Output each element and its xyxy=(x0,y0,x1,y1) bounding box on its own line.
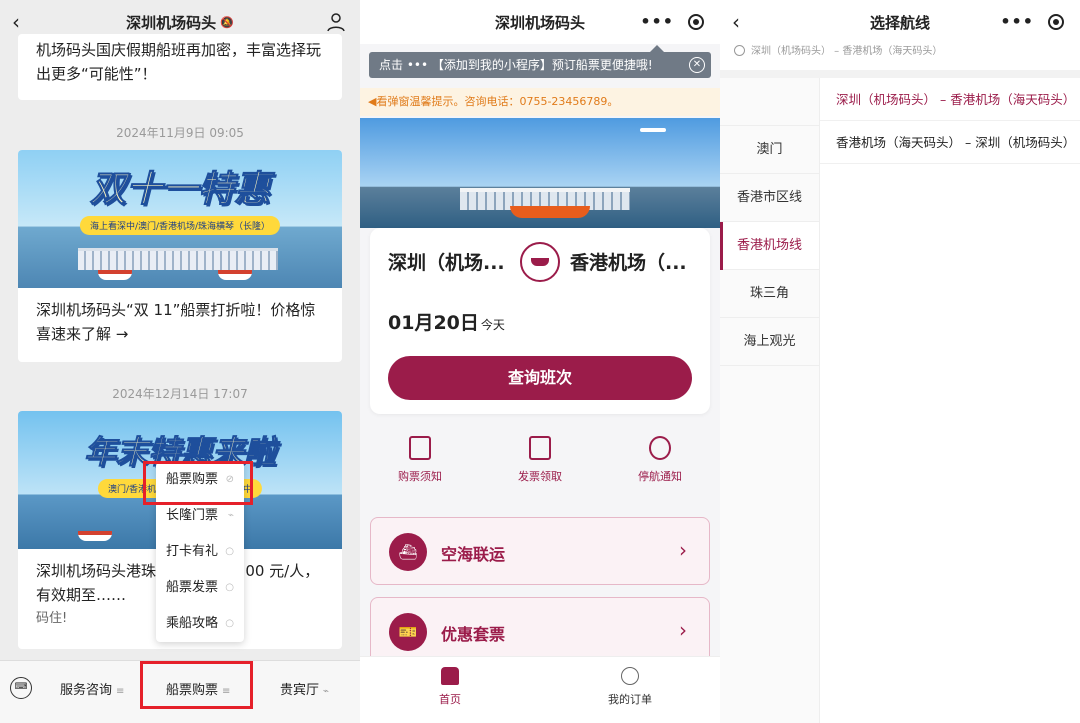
route-item[interactable]: 香港机场（海天码头） – 深圳（机场码头） xyxy=(820,121,1080,164)
ticket-icon: 🎫 xyxy=(389,613,427,651)
ferry-shape xyxy=(510,206,590,218)
category-hk-airport[interactable]: 香港机场线 xyxy=(720,222,819,270)
close-icon[interactable]: ✕ xyxy=(689,57,705,73)
booking-card: 深圳（机场... 香港机场（... 01月20日 今天 查询班次 xyxy=(370,228,710,414)
promo-label: 空海联运 xyxy=(441,545,506,564)
promo-label: 优惠套票 xyxy=(441,625,506,644)
date-suffix: 今天 xyxy=(480,318,505,332)
message-timestamp: 2024年11月9日 09:05 xyxy=(116,126,244,140)
ferry-shape xyxy=(98,270,132,280)
ferry-shape xyxy=(218,270,252,280)
article-card-text: 深圳机场码头“双 11”船票打折啦！价格惊喜速来了解 → xyxy=(36,301,316,343)
route-nav-bar: ‹ 选择航线 ••• xyxy=(720,0,1080,44)
article-banner: 双十一特惠 海上看深中/澳门/香港机场/珠海横琴（长隆） xyxy=(18,150,342,288)
close-target-icon[interactable] xyxy=(1048,13,1064,30)
article-card-2[interactable]: 双十一特惠 海上看深中/澳门/香港机场/珠海横琴（长隆） 深圳机场码头“双 11… xyxy=(18,150,342,362)
keyboard-icon[interactable]: ⌨ xyxy=(10,677,32,699)
tip-arrow xyxy=(650,45,664,52)
submenu-item-guide[interactable]: 乘船攻略 ○ xyxy=(156,606,244,642)
menu-vip-lounge[interactable]: 贵宾厅 ⌁ xyxy=(280,679,329,698)
quick-link-ticket-notice[interactable]: 购票须知 xyxy=(370,436,470,484)
ferry-shape xyxy=(78,531,112,541)
highlight-box xyxy=(140,661,253,709)
plane-shape xyxy=(640,128,666,132)
account-title: 深圳机场码头 xyxy=(126,13,217,32)
category-macau[interactable]: 澳门 xyxy=(720,126,819,174)
article-card-text: 机场码头国庆假期船班再加密，丰富选择玩出更多“可能性”！ xyxy=(36,41,322,83)
message-icon: ○ xyxy=(225,546,234,557)
mute-icon: 🔕 xyxy=(220,15,234,29)
date-value: 01月20日 xyxy=(388,312,479,334)
message-icon: ○ xyxy=(225,618,234,629)
banner-title: 双十一特惠 xyxy=(89,169,270,211)
add-miniprogram-tip: 点击 ••• 【添加到我的小程序】预订船票更便捷哦! ✕ xyxy=(369,52,711,78)
route-select-panel: ‹ 选择航线 ••• 深圳（机场码头） – 香港机场（海天码头） 澳门 香港市区… xyxy=(720,0,1080,723)
message-icon: ○ xyxy=(225,582,234,593)
close-target-icon[interactable] xyxy=(688,13,704,30)
swap-ferry-icon[interactable] xyxy=(520,242,560,282)
miniprogram-home-panel: 深圳机场码头 ••• 点击 ••• 【添加到我的小程序】预订船票更便捷哦! ✕ … xyxy=(360,0,720,723)
user-icon xyxy=(621,667,639,685)
tab-orders[interactable]: 我的订单 xyxy=(590,667,670,707)
promo-package[interactable]: 🎫 优惠套票 › xyxy=(370,597,710,665)
category-hk-city[interactable]: 香港市区线 xyxy=(720,174,819,222)
category-blank xyxy=(720,78,819,126)
capsule-buttons: ••• xyxy=(1000,12,1064,31)
route-list: 深圳（机场码头） – 香港机场（海天码头） 香港机场（海天码头） – 深圳（机场… xyxy=(820,78,1080,164)
more-dots-icon[interactable]: ••• xyxy=(640,12,674,31)
plane-icon xyxy=(649,436,671,460)
terminal-building xyxy=(78,248,278,270)
quick-link-invoice[interactable]: 发票领取 xyxy=(490,436,590,484)
chevron-right-icon: › xyxy=(679,618,687,642)
message-timestamp: 2024年12月14日 17:07 xyxy=(112,387,248,401)
menu-icon: ≡ xyxy=(116,686,125,697)
clipboard-icon xyxy=(409,436,431,460)
departure-port[interactable]: 深圳（机场... xyxy=(388,248,505,275)
clock-icon xyxy=(734,45,745,56)
back-arrow-icon[interactable]: ‹ xyxy=(732,10,740,34)
more-dots-icon[interactable]: ••• xyxy=(1000,12,1034,31)
search-sailings-button[interactable]: 查询班次 xyxy=(388,356,692,400)
highlight-box xyxy=(143,461,253,505)
category-sightseeing[interactable]: 海上观光 xyxy=(720,318,819,366)
chevron-right-icon: › xyxy=(679,538,687,562)
route-page-title: 选择航线 xyxy=(869,13,930,32)
hero-banner xyxy=(360,118,720,228)
promo-air-sea[interactable]: ⛴ 空海联运 › xyxy=(370,517,710,585)
banner-band: 海上看深中/澳门/香港机场/珠海横琴（长隆） xyxy=(79,216,281,235)
route-category-list: 澳门 香港市区线 香港机场线 珠三角 海上观光 xyxy=(720,78,820,723)
back-arrow-icon[interactable]: ‹ xyxy=(12,10,20,34)
notice-bar: ◀看弹窗温馨提示。咨询电话：0755-23456789。 xyxy=(360,88,720,116)
link-icon: ⌁ xyxy=(323,686,330,697)
tip-text: 点击 ••• 【添加到我的小程序】预订船票更便捷哦! xyxy=(379,58,653,72)
miniprogram-nav-bar: 深圳机场码头 ••• xyxy=(360,0,720,44)
submenu-item-checkin[interactable]: 打卡有礼 ○ xyxy=(156,534,244,570)
submenu-item-invoice[interactable]: 船票发票 ○ xyxy=(156,570,244,606)
ferry-icon: ⛴ xyxy=(389,533,427,571)
capsule-buttons: ••• xyxy=(640,12,704,31)
date-selector[interactable]: 01月20日 今天 xyxy=(388,308,505,335)
route-item[interactable]: 深圳（机场码头） – 香港机场（海天码头） xyxy=(820,78,1080,121)
divider xyxy=(720,70,1080,78)
official-account-panel: ‹ 深圳机场码头 🔕 机场码头国庆假期船班再加密，丰富选择玩出更多“可能性”！ … xyxy=(0,0,360,723)
menu-service[interactable]: 服务咨询 ≡ xyxy=(60,679,124,698)
profile-icon[interactable] xyxy=(326,12,346,32)
article-card-1[interactable]: 机场码头国庆假期船班再加密，丰富选择玩出更多“可能性”！ xyxy=(18,34,342,100)
receipt-icon xyxy=(529,436,551,460)
quick-link-suspension[interactable]: 停航通知 xyxy=(610,436,710,484)
tab-bar: 首页 我的订单 xyxy=(360,656,720,723)
home-icon xyxy=(441,667,459,685)
recent-route[interactable]: 深圳（机场码头） – 香港机场（海天码头） xyxy=(734,42,942,57)
category-prd[interactable]: 珠三角 xyxy=(720,270,819,318)
miniprogram-title: 深圳机场码头 xyxy=(494,13,585,32)
arrival-port[interactable]: 香港机场（... xyxy=(570,248,687,275)
tab-home[interactable]: 首页 xyxy=(410,667,490,707)
